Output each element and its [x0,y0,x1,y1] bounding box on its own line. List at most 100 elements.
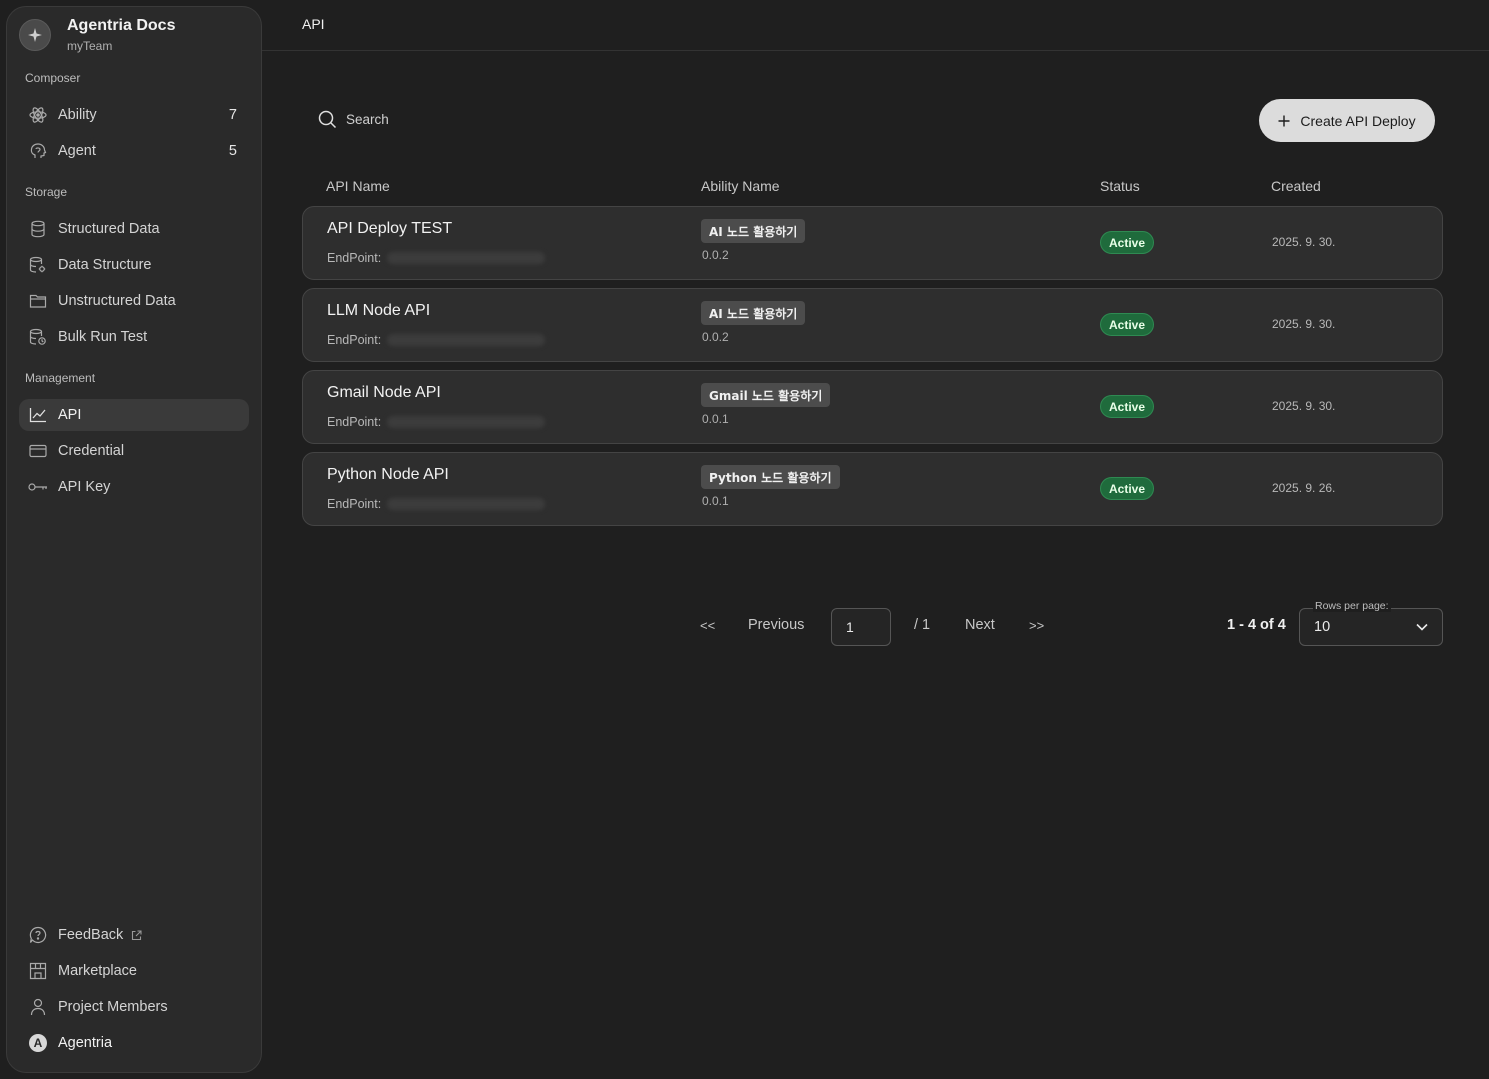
created-date: 2025. 9. 30. [1272,235,1336,249]
table-row[interactable]: Gmail Node API EndPoint: Gmail 노드 활용하기 0… [302,370,1443,444]
page-title: API [302,16,325,32]
ability-tag: AI 노드 활용하기 [701,301,806,325]
search-placeholder: Search [346,112,389,127]
sidebar-item-marketplace[interactable]: Marketplace [19,955,249,987]
endpoint-value-redacted [387,252,546,264]
ability-count: 7 [228,107,237,123]
key-icon [27,478,49,496]
atom-icon [27,106,49,124]
section-label-management: Management [25,371,96,385]
pagination-range: 1 - 4 of 4 [1227,617,1286,633]
first-page-button[interactable]: << [700,618,715,633]
section-label-storage: Storage [25,185,68,199]
api-name: Gmail Node API [327,384,441,401]
database-clock-icon [27,328,49,346]
chevron-down-icon [1416,623,1428,631]
sidebar-item-data-structure[interactable]: Data Structure [19,249,249,281]
sidebar-item-unstructured-data[interactable]: Unstructured Data [19,285,249,317]
api-name: LLM Node API [327,302,431,319]
help-circle-icon [27,926,49,944]
created-date: 2025. 9. 30. [1272,399,1336,413]
endpoint-value-redacted [387,334,546,346]
status-badge: Active [1100,231,1155,254]
line-chart-icon [27,406,49,424]
status-badge: Active [1100,477,1155,500]
user-name: Agentria [58,1035,113,1051]
endpoint-label: EndPoint: [327,497,382,511]
ability-version: 0.0.2 [702,330,729,344]
section-label-composer: Composer [25,71,81,85]
user-icon [27,998,49,1016]
credit-card-icon [27,442,49,460]
created-date: 2025. 9. 26. [1272,481,1336,495]
sidebar-item-structured-data[interactable]: Structured Data [19,213,249,245]
sidebar-item-label: Ability [58,107,97,123]
last-page-button[interactable]: >> [1029,618,1044,633]
sidebar-item-label: Structured Data [58,221,160,237]
database-icon [27,220,49,238]
rows-per-page-value: 10 [1314,619,1331,635]
sidebar-item-feedback[interactable]: FeedBack [19,919,249,951]
table-row[interactable]: API Deploy TEST EndPoint: AI 노드 활용하기 0.0… [302,206,1443,280]
sidebar-item-api-key[interactable]: API Key [19,471,249,503]
agent-count: 5 [228,143,237,159]
sidebar-item-api[interactable]: API [19,399,249,431]
sidebar-item-user-account[interactable]: A Agentria [19,1027,249,1059]
top-bar: API [262,0,1489,51]
api-name: API Deploy TEST [327,220,453,237]
endpoint: EndPoint: [327,497,546,511]
search-icon [318,110,337,129]
ability-version: 0.0.1 [702,494,729,508]
page-number-input[interactable]: 1 [831,608,891,646]
endpoint-label: EndPoint: [327,415,382,429]
sidebar-item-bulk-run-test[interactable]: Bulk Run Test [19,321,249,353]
endpoint: EndPoint: [327,333,546,347]
next-page-button[interactable]: Next [965,617,995,633]
sidebar-item-label: API [58,407,82,423]
sidebar-item-project-members[interactable]: Project Members [19,991,249,1023]
rows-per-page-select[interactable]: 10 [1299,608,1443,646]
column-header-created: Created [1271,178,1321,194]
sidebar-item-label: Data Structure [58,257,152,273]
sparkle-icon [19,19,51,51]
sidebar: Agentria Docs myTeam Composer Ability 7 … [6,6,262,1073]
brain-icon [27,142,49,160]
create-api-deploy-button[interactable]: Create API Deploy [1259,99,1435,142]
status-badge: Active [1100,313,1155,336]
search-input[interactable]: Search [318,110,389,129]
endpoint: EndPoint: [327,251,546,265]
rows-per-page-label: Rows per page: [1313,600,1391,612]
created-date: 2025. 9. 30. [1272,317,1336,331]
sidebar-item-label: API Key [58,479,111,495]
external-link-icon [131,929,142,941]
database-settings-icon [27,256,49,274]
sidebar-item-credential[interactable]: Credential [19,435,249,467]
team-name: Agentria Docs [67,17,176,34]
team-subtitle: myTeam [67,39,113,53]
sidebar-item-label: FeedBack [58,927,124,943]
sidebar-item-agent[interactable]: Agent 5 [19,135,249,167]
avatar-initial: A [29,1034,47,1052]
endpoint-label: EndPoint: [327,251,382,265]
sidebar-item-label: Marketplace [58,963,137,979]
sidebar-item-label: Credential [58,443,125,459]
ability-version: 0.0.1 [702,412,729,426]
endpoint-value-redacted [387,416,546,428]
sidebar-item-label: Unstructured Data [58,293,176,309]
ability-tag: Gmail 노드 활용하기 [701,383,831,407]
sidebar-item-ability[interactable]: Ability 7 [19,99,249,131]
team-switcher[interactable]: Agentria Docs myTeam [19,17,175,53]
previous-page-button[interactable]: Previous [748,617,804,633]
table-row[interactable]: LLM Node API EndPoint: AI 노드 활용하기 0.0.2 … [302,288,1443,362]
endpoint: EndPoint: [327,415,546,429]
endpoint-label: EndPoint: [327,333,382,347]
endpoint-value-redacted [387,498,546,510]
table-row[interactable]: Python Node API EndPoint: Python 노드 활용하기… [302,452,1443,526]
column-header-api-name: API Name [326,178,390,194]
folder-icon [27,292,49,310]
plus-icon [1278,115,1290,127]
column-header-status: Status [1100,178,1140,194]
avatar: A [27,1034,49,1052]
status-badge: Active [1100,395,1155,418]
ability-tag: Python 노드 활용하기 [701,465,840,489]
